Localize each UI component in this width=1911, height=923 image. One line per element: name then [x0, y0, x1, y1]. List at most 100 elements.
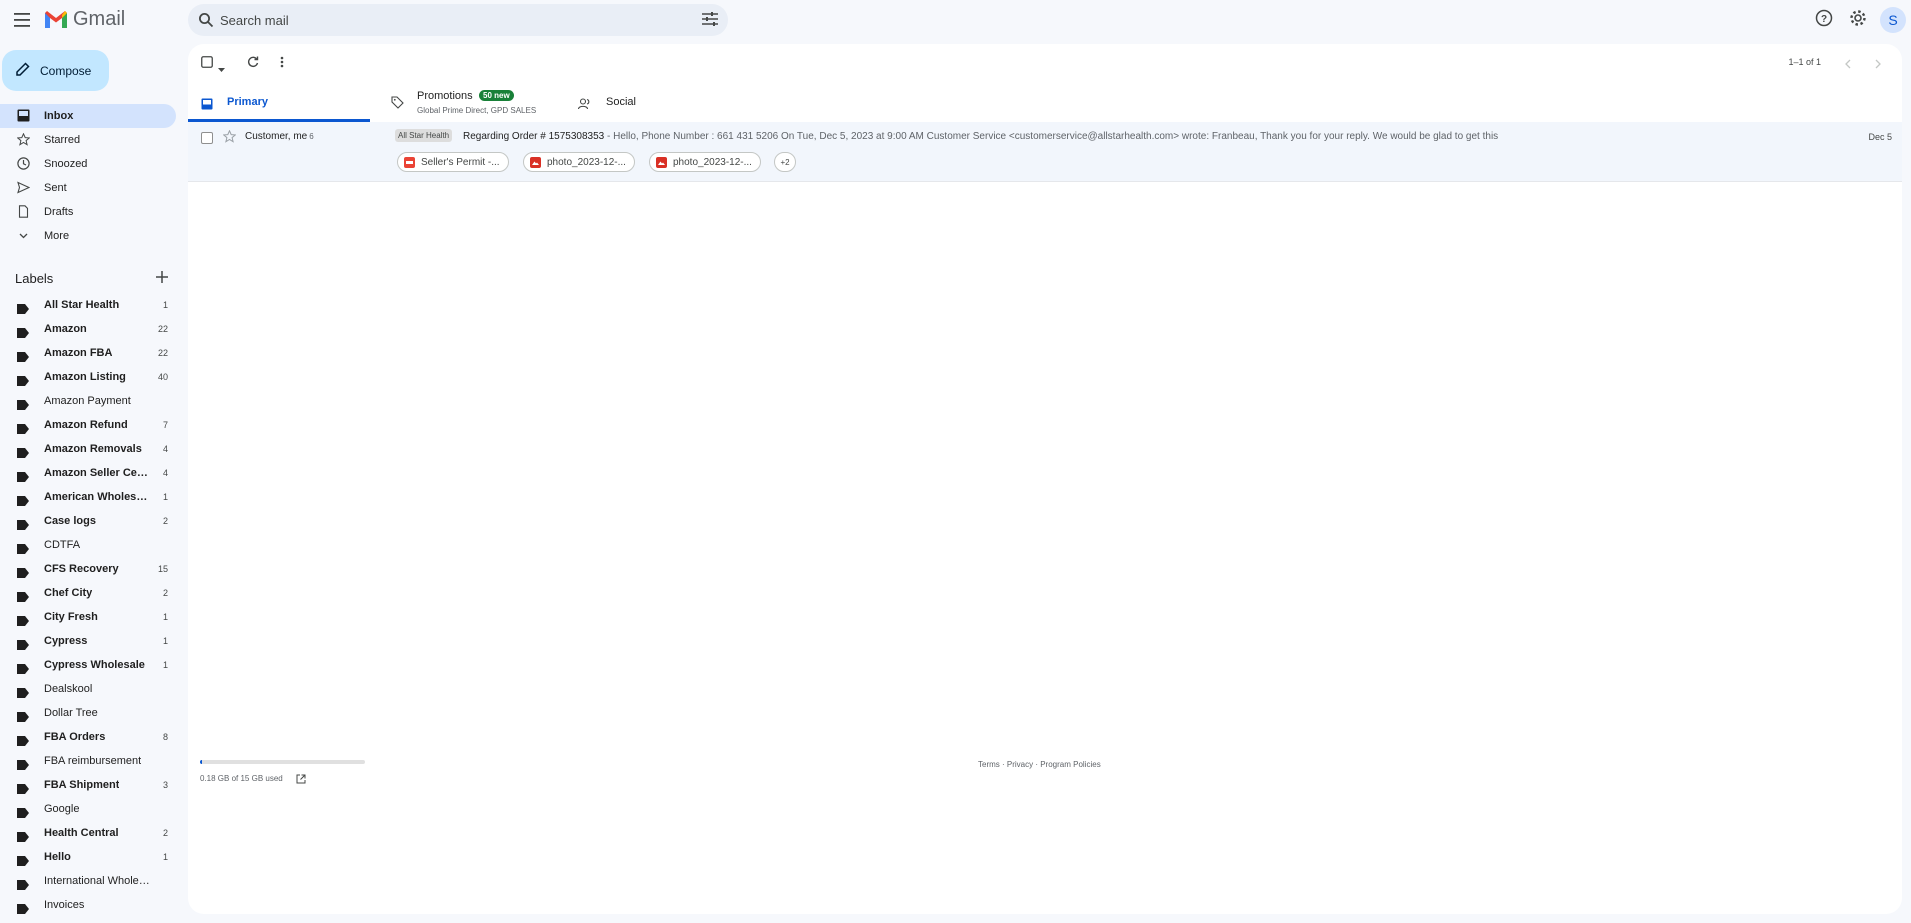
label-item[interactable]: City Fresh 1	[0, 606, 176, 630]
open-external-icon[interactable]	[296, 771, 306, 787]
label-count: 2	[162, 516, 168, 526]
label-item[interactable]: Hello 1	[0, 846, 176, 870]
gmail-logo[interactable]: Gmail	[44, 8, 125, 31]
search-options-icon[interactable]	[702, 12, 718, 29]
label-item[interactable]: Amazon Removals 4	[0, 438, 176, 462]
chevron-down-icon	[17, 229, 31, 243]
label-item[interactable]: Amazon Seller Cen... 4	[0, 462, 176, 486]
top-bar: Gmail ? S	[0, 0, 1911, 40]
labels-list: All Star Health 1 Amazon 22 Amazon FBA 22 Amaz…	[0, 294, 176, 918]
email-label-badge[interactable]: All Star Health	[395, 129, 453, 142]
label-name: Health Central	[44, 827, 119, 839]
label-count: 3	[162, 780, 168, 790]
label-item[interactable]: FBA Orders 8	[0, 726, 176, 750]
label-item[interactable]: FBA reimbursement	[0, 750, 176, 774]
label-count: 7	[162, 420, 168, 430]
label-item[interactable]: CFS Recovery 15	[0, 558, 176, 582]
compose-button[interactable]: Compose	[2, 50, 109, 91]
new-count-badge: 50 new	[479, 90, 514, 101]
attachment-chip[interactable]: photo_2023-12-...	[523, 152, 635, 172]
nav-item-starred[interactable]: Starred	[0, 128, 176, 152]
label-tag-icon	[17, 733, 29, 749]
label-name: FBA reimbursement	[44, 755, 142, 767]
label-name: Dealskool	[44, 683, 93, 695]
label-item[interactable]: Google	[0, 798, 176, 822]
label-count: 4	[162, 444, 168, 454]
select-all-checkbox[interactable]	[201, 55, 213, 71]
nav-item-more[interactable]: More	[0, 224, 176, 248]
label-name: CFS Recovery	[44, 563, 119, 575]
draft-icon	[17, 205, 31, 219]
label-count: 1	[162, 300, 168, 310]
label-name: Chef City	[44, 587, 93, 599]
older-page-icon[interactable]	[1874, 56, 1882, 72]
search-bar	[188, 4, 728, 36]
add-label-icon[interactable]	[154, 269, 170, 288]
image-icon	[656, 156, 667, 168]
label-item[interactable]: Amazon Refund 7	[0, 414, 176, 438]
label-item[interactable]: Dealskool	[0, 678, 176, 702]
label-item[interactable]: FBA Shipment 3	[0, 774, 176, 798]
nav-item-inbox[interactable]: Inbox	[0, 104, 176, 128]
inbox-icon	[17, 109, 31, 123]
search-input[interactable]	[220, 4, 670, 36]
storage-meter: 0.18 GB of 15 GB used	[200, 760, 365, 784]
mail-toolbar: 1–1 of 1	[188, 44, 1902, 80]
label-tag-icon	[17, 493, 29, 509]
label-tag-icon	[17, 397, 29, 413]
label-item[interactable]: International Wholesale	[0, 870, 176, 894]
label-tag-icon	[17, 373, 29, 389]
label-item[interactable]: American Wholesal... 1	[0, 486, 176, 510]
nav-label: Snoozed	[44, 158, 88, 170]
more-options-icon[interactable]	[280, 55, 284, 71]
nav-item-sent[interactable]: Sent	[0, 176, 176, 200]
attachment-chip[interactable]: Seller's Permit -...	[397, 152, 509, 172]
label-name: Google	[44, 803, 80, 815]
label-count: 1	[162, 612, 168, 622]
tab-promotions[interactable]: Promotions 50 new Global Prime Direct, G…	[188, 84, 568, 122]
email-select-checkbox[interactable]	[201, 132, 213, 144]
label-tag-icon	[17, 685, 29, 701]
storage-text: 0.18 GB of 15 GB used	[200, 774, 283, 783]
label-item[interactable]: Amazon Listing 40	[0, 366, 176, 390]
label-count: 15	[157, 564, 168, 574]
label-item[interactable]: Cypress 1	[0, 630, 176, 654]
search-icon[interactable]	[198, 12, 214, 31]
label-item[interactable]: CDTFA	[0, 534, 176, 558]
label-tag-icon	[17, 445, 29, 461]
select-dropdown-icon[interactable]	[218, 59, 225, 75]
label-item[interactable]: Cypress Wholesale 1	[0, 654, 176, 678]
label-tag-icon	[17, 613, 29, 629]
label-item[interactable]: Case logs 2	[0, 510, 176, 534]
nav-item-drafts[interactable]: Drafts	[0, 200, 176, 224]
attachment-chip[interactable]: photo_2023-12-...	[649, 152, 761, 172]
main-menu-icon[interactable]	[11, 8, 35, 32]
label-tag-icon	[17, 349, 29, 365]
settings-gear-icon[interactable]	[1849, 9, 1867, 30]
label-name: Cypress	[44, 635, 88, 647]
label-item[interactable]: Dollar Tree	[0, 702, 176, 726]
label-item[interactable]: Amazon FBA 22	[0, 342, 176, 366]
help-icon[interactable]: ?	[1815, 9, 1833, 30]
account-avatar[interactable]: S	[1880, 7, 1906, 33]
sender-names: Customer, me	[245, 131, 308, 142]
label-item[interactable]: Invoices	[0, 894, 176, 918]
nav-item-snoozed[interactable]: Snoozed	[0, 152, 176, 176]
email-row[interactable]: Customer, me 6 All Star Health Regarding …	[188, 122, 1902, 182]
newer-page-icon[interactable]	[1844, 56, 1852, 72]
label-item[interactable]: Amazon Payment	[0, 390, 176, 414]
email-subject-line: Regarding Order # 1575308353 - Hello, Ph…	[463, 131, 1498, 142]
star-toggle-icon[interactable]	[222, 129, 237, 146]
refresh-icon[interactable]	[247, 55, 259, 71]
email-date: Dec 5	[1868, 132, 1892, 142]
label-item[interactable]: All Star Health 1	[0, 294, 176, 318]
label-item[interactable]: Chef City 2	[0, 582, 176, 606]
label-item[interactable]: Amazon 22	[0, 318, 176, 342]
footer-links[interactable]: Terms · Privacy · Program Policies	[978, 760, 1101, 769]
label-name: FBA Shipment	[44, 779, 120, 791]
tab-social[interactable]: Social	[568, 84, 768, 122]
more-attachments-chip[interactable]: +2	[774, 152, 796, 172]
label-tag-icon	[17, 781, 29, 797]
image-icon	[530, 156, 541, 168]
label-item[interactable]: Health Central 2	[0, 822, 176, 846]
